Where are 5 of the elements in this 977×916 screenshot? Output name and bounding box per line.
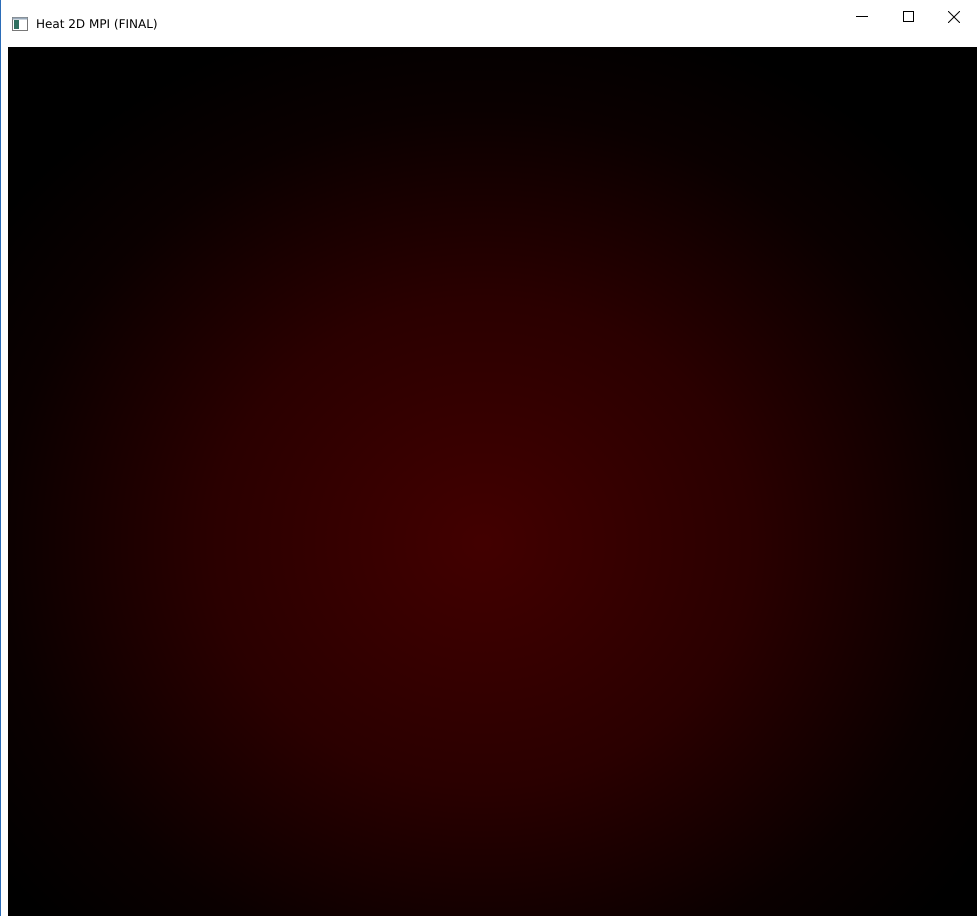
app-icon [12,16,28,30]
minimize-icon [856,16,868,17]
window-title: Heat 2D MPI (FINAL) [36,16,159,30]
maximize-icon [902,11,914,22]
close-icon [948,10,960,22]
